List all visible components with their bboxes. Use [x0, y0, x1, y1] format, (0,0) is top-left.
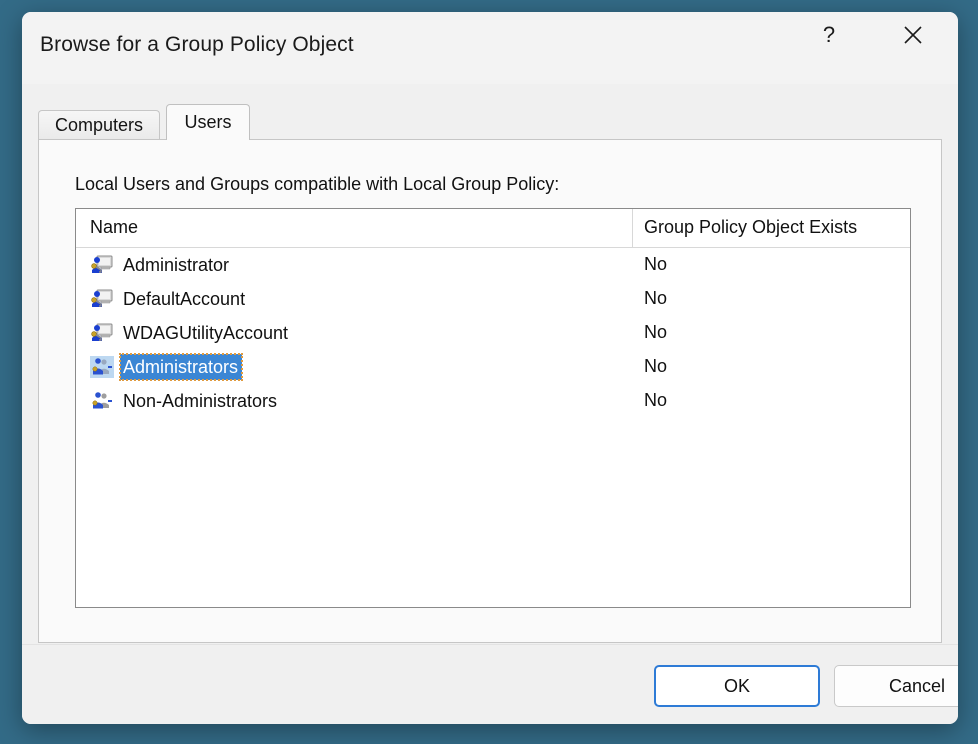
- column-header-name[interactable]: Name: [90, 217, 138, 238]
- dialog-footer: OK Cancel: [22, 644, 958, 724]
- dialog-title: Browse for a Group Policy Object: [40, 33, 354, 56]
- row-gpo-exists: No: [644, 390, 668, 410]
- tab-strip: Computers Users: [38, 104, 942, 140]
- row-gpo-exists: No: [644, 356, 668, 376]
- tab-users-label: Users: [184, 112, 232, 132]
- users-tab-panel: Local Users and Groups compatible with L…: [38, 139, 942, 643]
- ok-button[interactable]: OK: [654, 665, 820, 707]
- user-icon: [90, 322, 114, 344]
- group-icon: [90, 390, 114, 412]
- row-name: WDAGUtilityAccount: [123, 323, 289, 343]
- table-row[interactable]: WDAGUtilityAccount No: [76, 316, 910, 350]
- row-name: DefaultAccount: [123, 289, 246, 309]
- tab-computers-label: Computers: [54, 115, 144, 135]
- column-header-gpo-exists[interactable]: Group Policy Object Exists: [644, 217, 857, 238]
- row-gpo-exists: No: [644, 288, 668, 308]
- table-row[interactable]: Administrators No: [76, 350, 910, 384]
- close-button[interactable]: [882, 12, 944, 58]
- dialog-titlebar: Browse for a Group Policy Object ?: [22, 12, 958, 84]
- row-name: Administrator: [123, 255, 230, 275]
- row-gpo-exists: No: [644, 254, 668, 274]
- table-row[interactable]: DefaultAccount No: [76, 282, 910, 316]
- panel-description-label: Local Users and Groups compatible with L…: [75, 174, 560, 194]
- question-mark-icon: ?: [822, 22, 836, 47]
- browse-for-gpo-dialog: Browse for a Group Policy Object ? Compu…: [22, 12, 958, 724]
- column-divider[interactable]: [632, 209, 633, 247]
- help-button[interactable]: ?: [798, 12, 860, 58]
- listview-body: Administrator No DefaultAccount No WDAGU…: [76, 248, 910, 418]
- listview-header: Name Group Policy Object Exists: [76, 209, 910, 248]
- user-icon: [90, 288, 114, 310]
- cancel-button[interactable]: Cancel: [834, 665, 958, 707]
- user-icon: [90, 254, 114, 276]
- row-gpo-exists: No: [644, 322, 668, 342]
- desktop-background: Browse for a Group Policy Object ? Compu…: [0, 0, 978, 744]
- users-groups-listview[interactable]: Name Group Policy Object Exists Administ…: [75, 208, 911, 608]
- close-x-icon: [902, 24, 924, 46]
- row-name: Non-Administrators: [123, 391, 278, 411]
- tab-users[interactable]: Users: [166, 104, 250, 140]
- table-row[interactable]: Administrator No: [76, 248, 910, 282]
- row-name: Administrators: [118, 353, 244, 381]
- group-icon: [90, 356, 114, 378]
- tab-computers[interactable]: Computers: [38, 110, 160, 140]
- table-row[interactable]: Non-Administrators No: [76, 384, 910, 418]
